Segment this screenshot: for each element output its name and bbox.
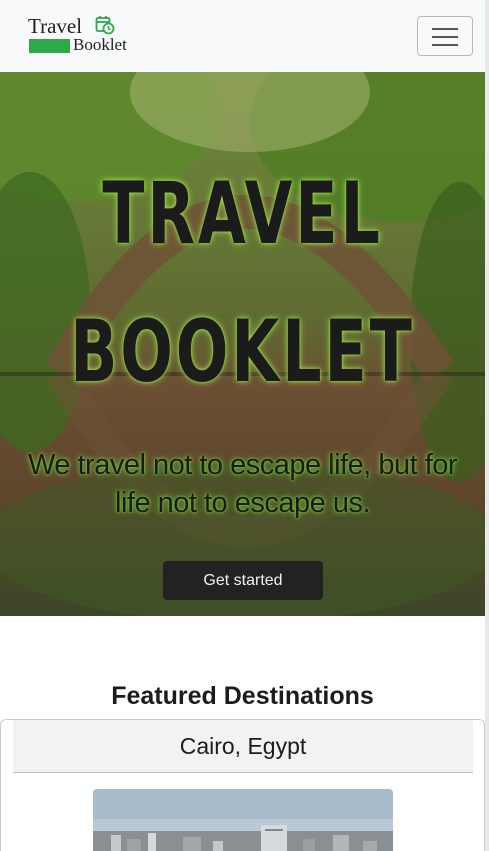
page-scrollbar[interactable] [485,0,489,851]
hero-tagline: We travel not to escape life, but for li… [27,449,458,519]
logo-green-bar [29,39,70,53]
menu-toggle-button[interactable] [417,16,473,56]
get-started-button[interactable]: Get started [163,561,323,600]
brand-logo[interactable]: Travel Booklet [28,14,128,56]
hero-banner: TRAVEL BOOKLET We travel not to escape l… [0,72,485,616]
hamburger-menu-icon-line [432,36,458,38]
hamburger-menu-icon [432,28,458,30]
hero-title-line-2: BOOKLET [70,302,415,402]
logo-text-booklet: Booklet [73,35,127,54]
hero-title-line-1: TRAVEL [102,164,383,264]
destination-card[interactable]: Cairo, Egypt [0,719,485,851]
destination-card-title: Cairo, Egypt [13,720,473,773]
hamburger-menu-icon-line [432,44,458,46]
destination-photo [93,789,393,851]
calendar-clock-icon [95,16,115,35]
featured-destinations-heading: Featured Destinations [111,682,374,710]
navbar: Travel Booklet [0,0,485,72]
